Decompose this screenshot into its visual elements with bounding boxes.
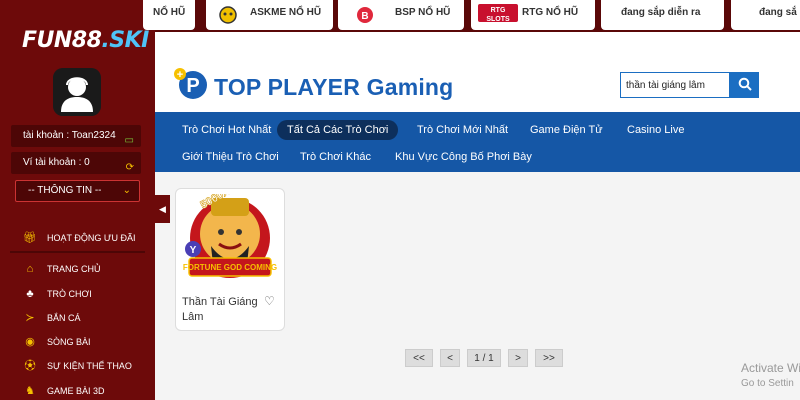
provider-label: đang sắp diễn ra	[621, 7, 701, 18]
provider-bar: NỔ HŨ ASKME NỔ HŨ B BSP NỔ HŨ RTG SLOTS …	[143, 0, 800, 32]
search-button[interactable]	[730, 72, 759, 98]
info-dropdown[interactable]: -- THÔNG TIN -- ⌄	[15, 180, 140, 202]
logo-suffix-text: .SKI	[101, 28, 149, 53]
menu-item-3d-cards[interactable]: ♞ GAME BÀI 3D	[10, 380, 145, 400]
page-title: TOP PLAYER Gaming	[214, 74, 454, 100]
tab-other-games[interactable]: Trò Chơi Khác	[290, 147, 381, 167]
menu-item-label: SỰ KIỆN THỂ THAO	[47, 361, 132, 371]
sidebar-collapse-button[interactable]: ◀	[155, 195, 170, 223]
menu-divider	[10, 251, 145, 253]
menu-item-label: GAME BÀI 3D	[47, 386, 105, 396]
tab-disclosure[interactable]: Khu Vực Công Bố Phơi Bày	[385, 147, 542, 167]
account-wallet: Ví tài khoản : 0	[23, 157, 90, 168]
chess-piece-icon: ♞	[25, 385, 35, 397]
activation-watermark: Activate Wi Go to Settin	[741, 360, 800, 392]
menu-item-games[interactable]: ♣ TRÒ CHƠI	[10, 283, 145, 305]
game-title[interactable]: Thần Tài Giáng Lâm	[182, 295, 264, 325]
home-icon: ⌂	[26, 263, 34, 275]
watermark-line-2: Go to Settin	[741, 378, 794, 389]
cherry-icon: ♣	[26, 288, 34, 300]
menu-item-sports[interactable]: ⚽︎ SỰ KIỆN THỂ THAO	[10, 355, 145, 377]
next-page-button[interactable]: >	[508, 349, 528, 367]
refresh-icon[interactable]: ⟳	[126, 157, 134, 179]
fish-icon: ≻	[25, 312, 35, 324]
sidebar: FUN88.SKI tài khoản : Toan2324 ▭ Ví tài …	[0, 0, 155, 400]
search-input[interactable]	[620, 72, 730, 98]
svg-text:Y: Y	[190, 245, 197, 256]
avatar[interactable]	[53, 68, 101, 116]
tab-hot[interactable]: Trò Chơi Hot Nhất	[172, 120, 281, 140]
gift-icon: 🎁︎	[23, 232, 37, 244]
account-username-row: tài khoản : Toan2324 ▭	[11, 125, 141, 147]
menu-item-label: TRANG CHỦ	[47, 264, 101, 274]
tab-all-games[interactable]: Tất Cả Các Trò Chơi	[277, 120, 399, 140]
page-indicator: 1 / 1	[467, 349, 501, 367]
chip-icon: ◉	[25, 336, 35, 348]
chevron-left-icon: ◀	[159, 204, 166, 214]
provider-label: BSP NỔ HŨ	[395, 7, 451, 18]
message-icon[interactable]: ▭	[125, 130, 134, 152]
askme-logo-icon	[219, 6, 237, 24]
menu-item-promo[interactable]: 🎁︎ HOẠT ĐỘNG ƯU ĐÃI	[10, 227, 145, 249]
rtg-logo-text: RTG SLOTS	[486, 7, 510, 23]
tab-slots[interactable]: Game Điện Tử	[520, 120, 613, 140]
menu-item-label: BẮN CÁ	[47, 313, 81, 323]
first-page-button[interactable]: <<	[405, 349, 433, 367]
provider-label: ASKME NỔ HŨ	[250, 7, 322, 18]
menu-item-label: HOẠT ĐỘNG ƯU ĐÃI	[47, 233, 136, 243]
account-username: tài khoản : Toan2324	[23, 130, 116, 141]
game-thumbnail[interactable]: Y 5000X FORTUNE GOD COMING	[181, 194, 279, 279]
svg-text:P: P	[186, 75, 199, 97]
tab-casino-live[interactable]: Casino Live	[617, 120, 694, 140]
provider-tab[interactable]: đang sắ	[731, 0, 800, 30]
menu-item-home[interactable]: ⌂ TRANG CHỦ	[10, 258, 145, 280]
svg-text:B: B	[361, 11, 368, 22]
provider-tab[interactable]: RTG SLOTS RTG NỔ HŨ	[471, 0, 595, 30]
tab-introduction[interactable]: Giới Thiệu Trò Chơi	[172, 147, 289, 167]
svg-text:+: +	[177, 69, 183, 81]
info-dropdown-label: -- THÔNG TIN --	[28, 185, 102, 196]
provider-label: đang sắ	[759, 7, 797, 18]
account-wallet-row: Ví tài khoản : 0 ⟳	[11, 152, 141, 174]
provider-tab[interactable]: đang sắp diễn ra	[601, 0, 724, 30]
menu-item-fishing[interactable]: ≻ BẮN CÁ	[10, 307, 145, 329]
provider-tab[interactable]: ASKME NỔ HŨ	[206, 0, 333, 30]
category-nav: Trò Chơi Hot Nhất Tất Cả Các Trò Chơi Tr…	[155, 112, 800, 172]
game-card[interactable]: Y 5000X FORTUNE GOD COMING Thần Tài Gián…	[175, 188, 285, 331]
provider-label: NỔ HŨ	[153, 7, 186, 18]
soccer-ball-icon: ⚽︎	[24, 360, 36, 372]
provider-label: RTG NỔ HŨ	[522, 7, 579, 18]
last-page-button[interactable]: >>	[535, 349, 563, 367]
heart-icon[interactable]: ♡	[264, 294, 275, 308]
watermark-line-1: Activate Wi	[741, 361, 800, 375]
chevron-down-icon: ⌄	[122, 185, 131, 196]
search-icon	[738, 77, 752, 91]
logo-main-text: FUN88	[22, 28, 102, 53]
pagination: << < 1 / 1 > >>	[405, 349, 570, 367]
bsp-logo-icon: B	[357, 7, 373, 23]
tab-newest[interactable]: Trò Chơi Mới Nhất	[407, 120, 518, 140]
menu-item-label: SÒNG BÀI	[47, 337, 91, 347]
game-art-title: FORTUNE GOD COMING	[183, 263, 277, 272]
rtg-logo-icon: RTG SLOTS	[478, 4, 518, 23]
provider-tab[interactable]: B BSP NỔ HŨ	[338, 0, 464, 30]
menu-item-casino[interactable]: ◉ SÒNG BÀI	[10, 331, 145, 353]
site-logo[interactable]: FUN88.SKI	[22, 28, 149, 53]
user-avatar-icon	[53, 68, 101, 116]
top-player-logo-icon[interactable]: P +	[172, 66, 208, 100]
provider-tab[interactable]: NỔ HŨ	[143, 0, 195, 30]
menu-item-label: TRÒ CHƠI	[47, 289, 92, 299]
prev-page-button[interactable]: <	[440, 349, 460, 367]
